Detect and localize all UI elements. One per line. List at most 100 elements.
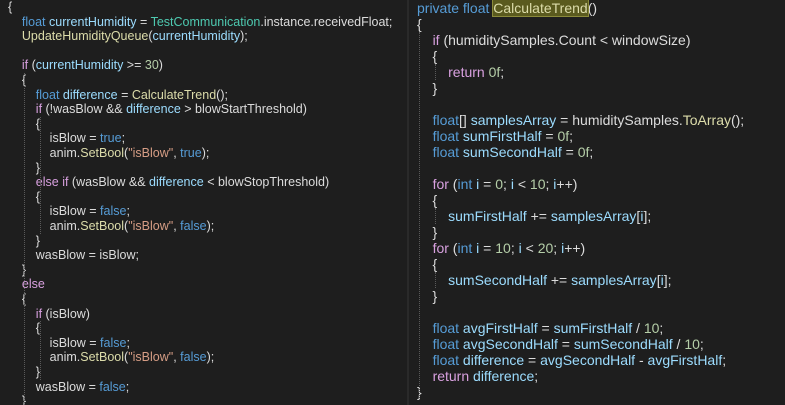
code-token: [] (459, 112, 471, 128)
code-line[interactable]: if (currentHumidity >= 30) (0, 58, 407, 73)
code-token: += (546, 272, 572, 288)
code-line[interactable]: { (0, 0, 407, 15)
code-token: = (524, 352, 541, 368)
code-line[interactable]: { (409, 192, 785, 208)
code-line[interactable]: { (0, 73, 407, 88)
code-editor-left[interactable]: { float currentHumidity = TestCommunicat… (0, 0, 407, 405)
code-token: SetBool (80, 350, 125, 365)
code-token: isBlow = (8, 335, 101, 350)
code-line[interactable]: } (409, 384, 785, 400)
code-line[interactable]: } (0, 394, 407, 405)
code-token: 10 (684, 336, 700, 352)
code-token: wasBlow = (8, 379, 100, 394)
code-token: TestCommunication (150, 14, 261, 29)
code-line[interactable]: if (isBlow) (0, 307, 407, 322)
code-line[interactable]: anim.SetBool("isBlow", false); (0, 350, 407, 365)
code-token: ; (503, 176, 511, 192)
code-token: samplesArray (571, 272, 657, 288)
indent-guide (40, 321, 41, 380)
code-token: return (448, 64, 485, 80)
code-line[interactable]: return difference; (409, 368, 785, 384)
code-line[interactable]: } (409, 80, 785, 96)
code-token: ); (201, 146, 210, 160)
code-line[interactable]: { (0, 321, 407, 336)
code-line[interactable]: { (409, 256, 785, 272)
code-token: (); (216, 87, 228, 102)
code-token: ; (500, 64, 505, 80)
code-token: < blowStopThreshold) (203, 175, 330, 190)
code-token: float (432, 144, 460, 160)
code-token: sumSecondHalf (573, 336, 673, 352)
code-token: .instance.receivedFloat; (260, 14, 393, 29)
code-token: if (432, 32, 440, 48)
code-line[interactable]: for (int i = 0; i < 10; i++) (409, 176, 785, 192)
code-line[interactable]: float sumSecondHalf = 0f; (409, 144, 785, 160)
code-line[interactable]: } (409, 224, 785, 240)
code-token: = (136, 14, 151, 29)
code-line[interactable]: sumFirstHalf += samplesArray[i]; (409, 208, 785, 224)
code-editor-right[interactable]: private float CalculateTrend(){ if (humi… (409, 0, 785, 405)
code-line[interactable]: { (0, 190, 407, 205)
code-line[interactable] (0, 44, 407, 59)
code-line[interactable]: { (0, 292, 407, 307)
code-lines-right[interactable]: private float CalculateTrend(){ if (humi… (409, 0, 785, 405)
code-token: avgFirstHalf (462, 320, 538, 336)
code-token: difference (62, 87, 118, 102)
code-line[interactable]: } (0, 365, 407, 380)
code-line[interactable]: float sumFirstHalf = 0f; (409, 128, 785, 144)
code-line[interactable] (409, 304, 785, 320)
code-token: / (672, 336, 685, 352)
code-line[interactable] (409, 96, 785, 112)
code-line[interactable]: private float CalculateTrend() (409, 0, 785, 17)
code-line[interactable]: float avgSecondHalf = sumSecondHalf / 10… (409, 336, 785, 352)
code-token: false (100, 204, 127, 219)
code-token: = (117, 87, 132, 102)
code-lines-left[interactable]: { float currentHumidity = TestCommunicat… (0, 0, 407, 405)
code-line[interactable]: sumSecondHalf += samplesArray[i]; (409, 272, 785, 288)
code-line[interactable]: { (409, 16, 785, 32)
code-token: 20 (537, 240, 554, 256)
code-line[interactable]: UpdateHumidityQueue(currentHumidity); (0, 29, 407, 44)
indent-guide (435, 64, 436, 80)
code-line[interactable]: float difference = CalculateTrend(); (0, 88, 407, 103)
code-line[interactable]: } (0, 161, 407, 176)
code-token: UpdateHumidityQueue (21, 29, 149, 44)
code-token: >= (123, 58, 145, 73)
code-token: anim. (8, 219, 81, 233)
code-line[interactable]: float currentHumidity = TestCommunicatio… (0, 15, 407, 30)
code-line[interactable]: isBlow = false; (0, 204, 407, 219)
code-line[interactable]: for (int i = 10; i < 20; i++) (409, 240, 785, 256)
code-token: true (180, 146, 202, 160)
code-token: (!wasBlow && (42, 102, 127, 117)
code-line[interactable]: wasBlow = false; (0, 380, 407, 395)
code-token: 0 (495, 176, 504, 192)
code-line[interactable]: } (409, 288, 785, 304)
code-line[interactable]: if (humiditySamples.Count < windowSize) (409, 32, 785, 48)
code-token: for (432, 240, 449, 256)
code-line[interactable]: isBlow = false; (0, 336, 407, 351)
code-line[interactable]: } (0, 263, 407, 278)
code-line[interactable] (409, 160, 785, 176)
code-line[interactable]: { (0, 117, 407, 132)
code-token: "isBlow" (128, 146, 174, 160)
code-line[interactable]: } (0, 234, 407, 249)
code-line[interactable]: else (0, 277, 407, 292)
code-line[interactable]: float[] samplesArray = humiditySamples.T… (409, 112, 785, 128)
code-token: ; (553, 240, 562, 256)
code-line[interactable]: if (!wasBlow && difference > blowStartTh… (0, 102, 407, 117)
code-line[interactable]: anim.SetBool("isBlow", false); (0, 219, 407, 234)
code-line[interactable]: anim.SetBool("isBlow", true); (0, 146, 407, 161)
code-line[interactable]: wasBlow = isBlow; (0, 248, 407, 263)
code-line[interactable]: float avgFirstHalf = sumFirstHalf / 10; (409, 320, 785, 336)
code-line[interactable]: float difference = avgSecondHalf - avgFi… (409, 352, 785, 368)
code-token: () (587, 0, 598, 16)
code-line[interactable]: isBlow = true; (0, 131, 407, 146)
code-line[interactable]: return 0f; (409, 64, 785, 80)
code-token: } (417, 224, 438, 240)
code-line[interactable]: else if (wasBlow && difference < blowSto… (0, 175, 407, 190)
code-token: difference (473, 368, 535, 384)
code-line[interactable]: { (409, 48, 785, 64)
